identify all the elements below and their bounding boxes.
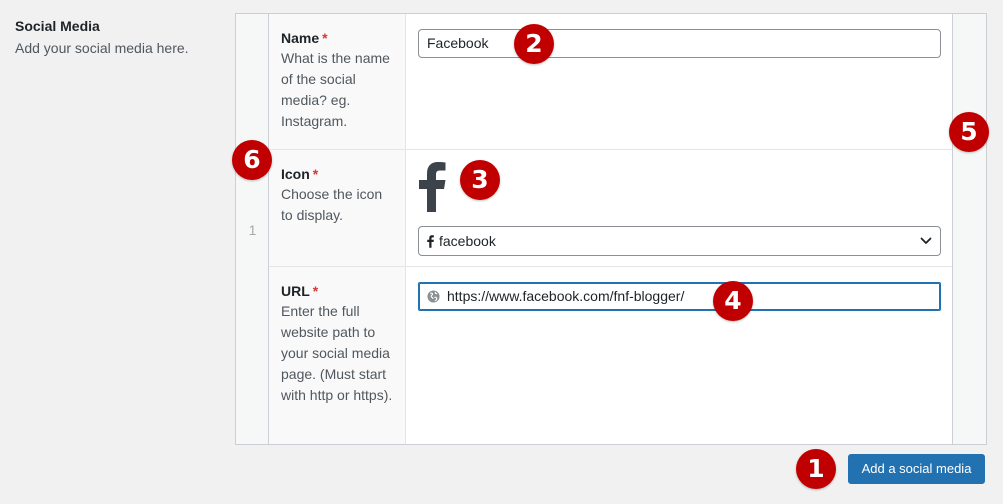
page: Social Media Add your social media here.…: [0, 0, 1003, 504]
callout-badge-5: 5: [949, 112, 989, 152]
field-label: Social Media: [15, 18, 100, 34]
facebook-icon: [419, 162, 446, 212]
subfield-name-input-cell: Facebook: [406, 14, 952, 149]
subfield-icon: Icon * Choose the icon to display. facebo…: [269, 150, 952, 267]
url-input-value: https://www.facebook.com/fnf-blogger/: [447, 288, 685, 304]
facebook-icon: [427, 235, 434, 248]
subfield-icon-label: Icon: [281, 166, 310, 182]
subfield-url-input-cell: https://www.facebook.com/fnf-blogger/: [406, 267, 952, 444]
subfield-name-instructions: What is the name of the social media? eg…: [281, 50, 390, 129]
globe-icon: [427, 290, 440, 303]
row-drag-handle[interactable]: 1: [236, 14, 269, 444]
subfield-name-label-cell: Name * What is the name of the social med…: [269, 14, 406, 149]
required-mark: *: [312, 166, 319, 182]
name-input[interactable]: Facebook: [418, 29, 941, 58]
callout-badge-6: 6: [232, 140, 272, 180]
row-actions[interactable]: [952, 14, 986, 444]
callout-badge-2: 2: [514, 24, 554, 64]
subfield-url: URL * Enter the full website path to your…: [269, 267, 952, 444]
subfield-icon-label-cell: Icon * Choose the icon to display.: [269, 150, 406, 266]
required-mark: *: [322, 30, 328, 46]
subfield-url-instructions: Enter the full website path to your soci…: [281, 303, 393, 403]
row-number: 1: [248, 222, 257, 238]
required-mark: *: [312, 283, 319, 299]
field-description: Add your social media here.: [15, 40, 189, 56]
subfield-name-label: Name: [281, 30, 320, 46]
url-input[interactable]: https://www.facebook.com/fnf-blogger/: [418, 282, 941, 311]
subfield-name: Name * What is the name of the social med…: [269, 14, 952, 150]
icon-select[interactable]: facebook: [418, 226, 941, 256]
add-social-media-button[interactable]: Add a social media: [848, 454, 985, 484]
repeater-table: 1 Name * What is the name of the social m…: [235, 13, 987, 445]
callout-badge-3: 3: [460, 160, 500, 200]
callout-badge-4: 4: [713, 281, 753, 321]
subfield-icon-instructions: Choose the icon to display.: [281, 186, 383, 223]
subfield-url-label: URL: [281, 283, 310, 299]
callout-badge-1: 1: [796, 449, 836, 489]
icon-select-value: facebook: [439, 233, 496, 249]
subfield-url-label-cell: URL * Enter the full website path to your…: [269, 267, 406, 444]
chevron-down-icon: [920, 237, 932, 244]
